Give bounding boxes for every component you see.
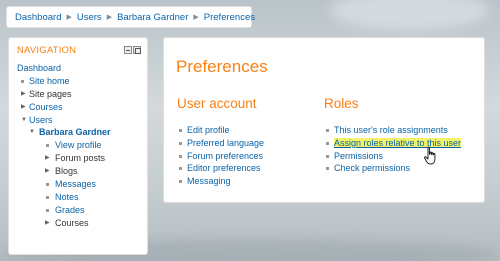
assign-roles-link[interactable]: Assign roles relative to this user [334, 138, 461, 148]
breadcrumb-separator-icon: ▶ [193, 14, 199, 21]
breadcrumb-preferences[interactable]: Preferences [204, 12, 255, 23]
nav-link[interactable]: Dashboard [17, 63, 61, 73]
bullet-icon [46, 195, 49, 199]
nav-item-view-profile: View profile [17, 139, 141, 152]
navigation-title: NAVIGATION [17, 44, 77, 56]
nav-item-site-pages: ▶ Site pages [17, 88, 141, 101]
navigation-tree: Dashboard Site home ▶ Site pages ▶ Cours… [17, 62, 141, 230]
list-item: Editor preferences [178, 162, 264, 175]
nav-label[interactable]: Site pages [29, 89, 72, 99]
nav-link[interactable]: View profile [55, 140, 101, 150]
check-permissions-link[interactable]: Check permissions [334, 163, 410, 173]
nav-link[interactable]: Barbara Gardner [39, 127, 111, 137]
nav-label[interactable]: Forum posts [55, 153, 105, 163]
nav-link[interactable]: Courses [29, 102, 63, 112]
expand-arrow-icon[interactable]: ▶ [45, 165, 50, 178]
bullet-icon [179, 141, 182, 145]
roles-links: This user's role assignments Assign role… [325, 124, 462, 175]
bullet-icon [46, 183, 49, 187]
list-item: Preferred language [178, 137, 264, 150]
nav-label[interactable]: Courses [55, 218, 89, 228]
list-item: This user's role assignments [325, 124, 461, 137]
user-account-links: Edit profile Preferred language Forum pr… [178, 124, 264, 188]
dock-icon[interactable] [133, 46, 141, 54]
nav-item-users: ▼ Users [17, 114, 141, 127]
edit-profile-link[interactable]: Edit profile [187, 125, 230, 135]
collapse-arrow-icon[interactable]: ▼ [21, 114, 27, 127]
bullet-icon [179, 129, 182, 132]
nav-item-site-home: Site home [17, 75, 141, 88]
page-title: Preferences [176, 57, 268, 76]
preferred-language-link[interactable]: Preferred language [187, 138, 264, 148]
bullet-icon [326, 129, 329, 132]
bullet-icon [326, 167, 329, 171]
nav-item-courses: ▶ Courses [17, 101, 141, 114]
expand-arrow-icon[interactable]: ▶ [45, 152, 50, 165]
nav-item-user-courses: ▶ Courses [17, 217, 141, 230]
breadcrumb-separator-icon: ▶ [106, 14, 113, 21]
breadcrumb-user[interactable]: Barbara Gardner [117, 12, 188, 23]
breadcrumb: Dashboard ▶ Users ▶ Barbara Gardner ▶ Pr… [6, 6, 255, 28]
nav-item-current-user: ▼ Barbara Gardner [17, 126, 141, 139]
nav-link[interactable]: Notes [55, 192, 79, 202]
list-item: Messaging [178, 175, 264, 188]
navigation-header: NAVIGATION [17, 44, 141, 56]
hand-cursor-icon [424, 146, 436, 165]
nav-link[interactable]: Messages [55, 179, 96, 189]
bullet-icon [179, 154, 182, 158]
nav-item-dashboard: Dashboard [17, 62, 141, 75]
bullet-icon [46, 208, 49, 212]
list-item: Permissions [325, 150, 461, 163]
nav-link[interactable]: Grades [55, 205, 85, 215]
breadcrumb-dashboard[interactable]: Dashboard [15, 12, 61, 23]
breadcrumb-separator-icon: ▶ [66, 14, 72, 21]
forum-preferences-link[interactable]: Forum preferences [187, 151, 263, 161]
bullet-icon [326, 141, 329, 145]
messaging-link[interactable]: Messaging [187, 176, 231, 186]
role-assignments-link[interactable]: This user's role assignments [334, 125, 448, 135]
nav-item-blogs: ▶ Blogs [17, 165, 141, 178]
roles-heading: Roles [324, 96, 359, 111]
bullet-icon [179, 167, 182, 171]
highlight: Assign roles relative to this user [334, 137, 462, 148]
nav-item-grades: Grades [17, 204, 141, 217]
collapse-arrow-icon[interactable]: ▼ [29, 126, 35, 139]
nav-item-notes: Notes [17, 191, 141, 204]
list-item: Forum preferences [178, 150, 264, 163]
bullet-icon [179, 180, 182, 184]
collapse-icon[interactable] [124, 46, 132, 54]
bullet-icon [21, 79, 24, 83]
preferences-panel: Preferences User account Roles Edit prof… [163, 37, 485, 203]
nav-link[interactable]: Site home [29, 76, 70, 86]
expand-arrow-icon[interactable]: ▶ [21, 88, 26, 101]
nav-item-forum-posts: ▶ Forum posts [17, 152, 141, 165]
background-cloud [330, 0, 490, 30]
permissions-link[interactable]: Permissions [334, 151, 383, 161]
navigation-block: NAVIGATION Dashboard Site home ▶ Site pa… [8, 37, 148, 255]
nav-item-messages: Messages [17, 178, 141, 191]
expand-arrow-icon[interactable]: ▶ [21, 101, 26, 114]
editor-preferences-link[interactable]: Editor preferences [187, 163, 261, 173]
user-account-heading: User account [177, 96, 257, 111]
nav-link[interactable]: Users [29, 115, 53, 125]
navigation-controls [124, 46, 141, 54]
list-item: Edit profile [178, 124, 264, 137]
expand-arrow-icon[interactable]: ▶ [45, 217, 50, 230]
list-item: Assign roles relative to this user [325, 137, 462, 150]
list-item: Check permissions [325, 162, 461, 175]
bullet-icon [46, 144, 49, 148]
nav-label[interactable]: Blogs [55, 166, 78, 176]
breadcrumb-users[interactable]: Users [77, 12, 102, 23]
bullet-icon [326, 154, 329, 158]
